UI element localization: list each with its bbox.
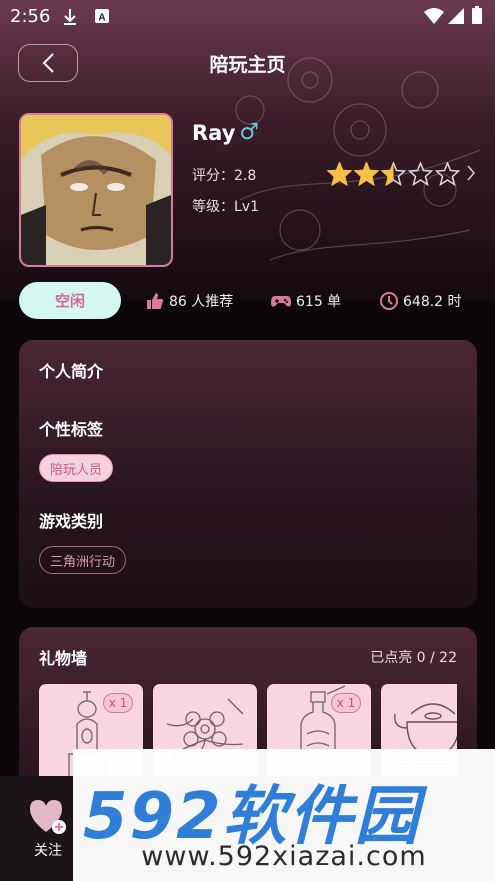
tags-title: 个性标签 bbox=[39, 420, 104, 439]
hours-stat: 648.2 时 bbox=[380, 291, 462, 311]
profile-name-row: Ray ♂ bbox=[192, 120, 259, 145]
gift-lit-count: 已点亮 0 / 22 bbox=[370, 650, 457, 666]
avatar[interactable] bbox=[19, 113, 173, 267]
follow-button[interactable]: 关注 bbox=[18, 798, 78, 868]
games-title: 游戏类别 bbox=[39, 512, 104, 531]
orders-stat: 615 单 bbox=[271, 291, 341, 311]
star-full-icon bbox=[326, 162, 353, 186]
level-label: 等级：Lv1 bbox=[192, 199, 259, 215]
thumbs-up-icon bbox=[147, 293, 163, 309]
status-bar: 2:56 A bbox=[0, 0, 495, 34]
signal-icon bbox=[448, 8, 464, 24]
gift-wall-title: 礼物墙 bbox=[39, 649, 88, 668]
intro-card: 个人简介 个性标签 陪玩人员 游戏类别 三角洲行动 bbox=[19, 340, 477, 608]
download-icon bbox=[64, 9, 76, 25]
status-badge: 空闲 bbox=[19, 282, 121, 319]
svg-text:A: A bbox=[98, 13, 105, 24]
gender-male-icon: ♂ bbox=[239, 120, 260, 145]
orders-count: 615 单 bbox=[296, 294, 342, 310]
personal-tag: 陪玩人员 bbox=[39, 454, 114, 482]
notification-a-icon: A bbox=[95, 9, 109, 24]
avatar-illustration bbox=[21, 115, 171, 265]
intro-title: 个人简介 bbox=[39, 362, 104, 381]
wifi-icon bbox=[424, 8, 444, 24]
recommend-stat: 86 人推荐 bbox=[146, 291, 233, 311]
gift-qty: x 1 bbox=[103, 693, 133, 713]
hours-count: 648.2 时 bbox=[403, 294, 462, 310]
status-time: 2:56 bbox=[10, 6, 51, 27]
star-empty-icon bbox=[434, 162, 461, 186]
battery-icon bbox=[472, 6, 482, 24]
follow-label: 关注 bbox=[34, 843, 62, 859]
rating-label: 评分：2.8 bbox=[192, 168, 257, 184]
star-empty-icon bbox=[407, 162, 434, 186]
heart-plus-icon bbox=[30, 800, 66, 834]
recommend-count: 86 人推荐 bbox=[169, 294, 234, 310]
star-half-icon bbox=[380, 162, 407, 186]
profile-name: Ray bbox=[192, 120, 236, 145]
clock-icon bbox=[380, 292, 398, 310]
game-tag[interactable]: 三角洲行动 bbox=[39, 546, 127, 574]
star-full-icon bbox=[353, 162, 380, 186]
gamepad-icon bbox=[271, 296, 291, 307]
chevron-right-icon[interactable] bbox=[466, 164, 476, 182]
gift-qty: x 1 bbox=[331, 693, 361, 713]
watermark-url: www.592xiazai.com bbox=[141, 841, 427, 872]
rating-stars[interactable] bbox=[326, 162, 461, 186]
page-title: 陪玩主页 bbox=[209, 54, 286, 76]
watermark: 592软件园 www.592xiazai.com bbox=[73, 749, 495, 881]
